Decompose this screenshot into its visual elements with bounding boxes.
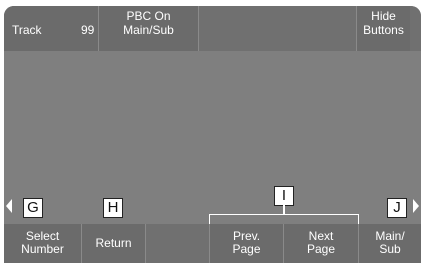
callout-i: I <box>274 186 294 206</box>
mainsub-line2: Sub <box>379 242 401 256</box>
pbc-line1: PBC On <box>126 9 171 23</box>
prev-line2: Page <box>232 242 261 256</box>
callout-j: J <box>387 198 407 218</box>
hide-buttons-button[interactable]: Hide Buttons <box>356 6 410 51</box>
track-display: Track 99 <box>4 6 99 51</box>
top-bar: Track 99 PBC On Main/Sub Hide Buttons <box>4 6 421 51</box>
chevron-left-icon[interactable] <box>6 199 12 213</box>
pbc-line2: Main/Sub <box>123 23 174 37</box>
empty-slot <box>146 224 209 263</box>
track-number: 99 <box>81 23 95 37</box>
hide-line1: Hide <box>371 9 396 23</box>
callout-h: H <box>103 198 123 218</box>
pbc-button[interactable]: PBC On Main/Sub <box>99 6 199 51</box>
next-line2: Page <box>306 242 336 256</box>
track-label: Track <box>12 23 42 37</box>
page-buttons-bracket <box>209 214 359 224</box>
main-sub-button[interactable]: Main/ Sub <box>359 224 421 263</box>
bottom-bar: Select Number Return Prev. Page Next Pag… <box>4 224 421 263</box>
hide-line2: Buttons <box>363 23 404 37</box>
select-line2: Number <box>21 242 64 256</box>
select-number-button[interactable]: Select Number <box>4 224 82 263</box>
return-label: Return <box>95 236 132 250</box>
callout-g: G <box>23 198 43 218</box>
return-button[interactable]: Return <box>82 224 146 263</box>
next-page-button[interactable]: Next Page <box>284 224 359 263</box>
chevron-right-icon[interactable] <box>413 199 419 213</box>
dvd-control-screen: Track 99 PBC On Main/Sub Hide Buttons G … <box>4 6 421 263</box>
prev-page-button[interactable]: Prev. Page <box>209 224 284 263</box>
